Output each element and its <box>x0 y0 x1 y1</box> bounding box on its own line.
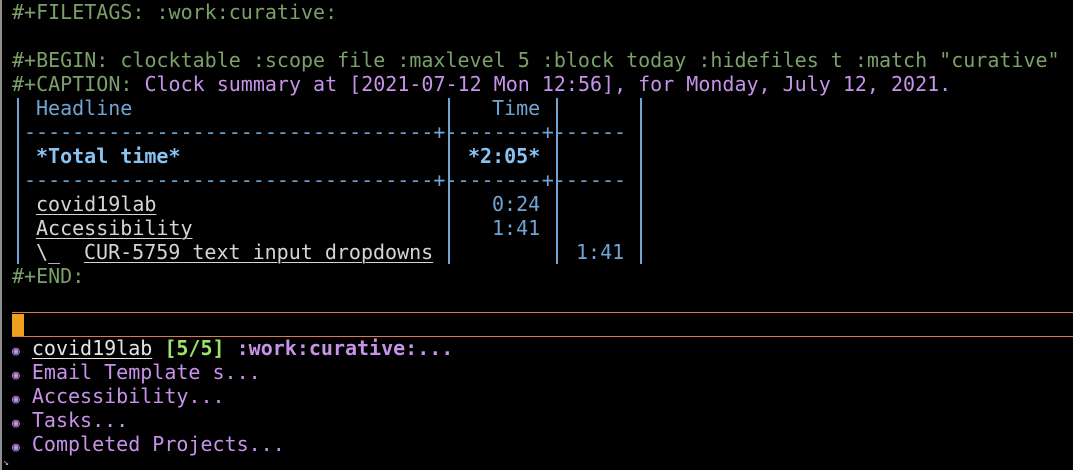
table-header-headline: Headline <box>36 96 133 120</box>
table-row-subtime: 1:41 <box>576 240 625 264</box>
heading-accessibility[interactable]: ◉ Accessibility... <box>12 384 225 408</box>
heading-tasks[interactable]: ◉ Tasks... <box>12 408 128 432</box>
window-divider <box>12 312 1073 313</box>
progress-cookie: [5/5] <box>164 336 225 360</box>
heading-email-template[interactable]: ◉ Email Template s... <box>12 360 261 384</box>
text-cursor <box>12 314 24 336</box>
heading-bullet-icon: ◉ <box>12 344 20 359</box>
window-left-edge <box>0 0 2 470</box>
heading-title: Tasks... <box>31 408 129 432</box>
table-separator-top: ----------------------------------+-----… <box>24 120 627 144</box>
caption-line[interactable]: #+CAPTION: Clock summary at [2021-07-12 … <box>12 72 951 96</box>
heading-bullet-icon: ◉ <box>12 368 20 383</box>
table-left-border <box>17 98 19 264</box>
caption-text: Clock summary at [2021-07-12 Mon 12:56],… <box>132 72 952 96</box>
table-total-time: *2:05* <box>468 144 541 168</box>
table-separator-bottom: ----------------------------------+-----… <box>24 168 627 192</box>
table-header-time: Time <box>492 96 541 120</box>
table-row-headline-link[interactable]: CUR-5759 text input dropdowns <box>84 240 433 264</box>
resize-corner-icon[interactable]: ↘ <box>3 458 9 468</box>
heading-tags: :work:curative:... <box>236 336 454 360</box>
table-row-headline-link[interactable]: covid19lab <box>36 192 156 216</box>
table-right-border <box>640 98 642 264</box>
heading-title: covid19lab <box>31 336 153 360</box>
heading-title: Completed Projects... <box>31 432 285 456</box>
heading-bullet-icon: ◉ <box>12 392 20 407</box>
heading-title: Email Template s... <box>31 360 261 384</box>
heading-bullet-icon: ◉ <box>12 416 20 431</box>
heading-covid19lab[interactable]: ◉ covid19lab [5/5] :work:curative:... <box>12 336 453 360</box>
table-row-headline-link[interactable]: Accessibility <box>36 216 193 240</box>
table-row-time: 1:41 <box>492 216 541 240</box>
clocktable-end-line[interactable]: #+END: <box>12 264 84 288</box>
table-row-indent: \_ <box>36 240 85 264</box>
table-total-label: *Total time* <box>36 144 181 168</box>
table-row-time: 0:24 <box>492 192 541 216</box>
filetags-line[interactable]: #+FILETAGS: :work:curative: <box>12 0 337 24</box>
heading-bullet-icon: ◉ <box>12 440 20 455</box>
heading-completed-projects[interactable]: ◉ Completed Projects... <box>12 432 285 456</box>
heading-title: Accessibility... <box>31 384 225 408</box>
caption-keyword: #+CAPTION: <box>12 72 133 96</box>
clocktable-begin-line[interactable]: #+BEGIN: clocktable :scope file :maxleve… <box>12 48 1073 72</box>
